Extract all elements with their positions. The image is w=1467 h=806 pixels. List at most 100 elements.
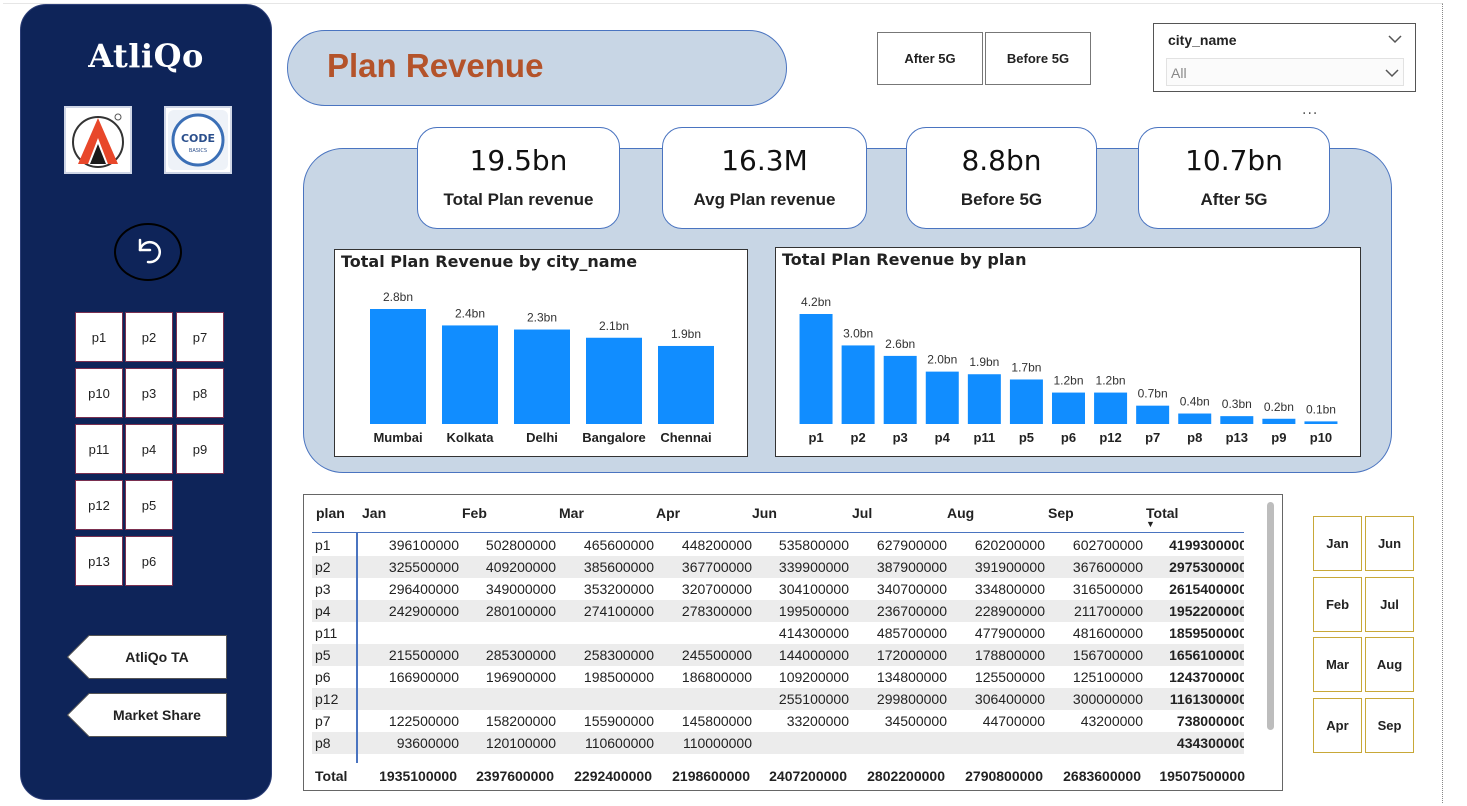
bar-p6[interactable] <box>1052 392 1085 424</box>
back-arrow-icon <box>138 238 161 264</box>
svg-text:BASICS: BASICS <box>189 148 207 154</box>
table-cell: 274100000 <box>583 603 654 619</box>
row-header-divider <box>356 533 358 763</box>
matrix-body[interactable]: p1 396100000 502800000 465600000 448200000 53… <box>312 534 1244 760</box>
row-header: p3 <box>315 581 331 597</box>
table-row[interactable]: p6 166900000 196900000 198500000 186800000 10… <box>312 666 1244 688</box>
nav-atliqo-ta-label: AtliQo TA <box>125 649 189 665</box>
table-row[interactable]: p3 296400000 349000000 353200000 320700000 30… <box>312 578 1244 600</box>
table-cell: 166900000 <box>388 669 459 685</box>
table-cell: 367700000 <box>681 559 752 575</box>
bar-p10[interactable] <box>1304 421 1338 424</box>
month-button-jul[interactable]: Jul <box>1365 577 1414 632</box>
table-cell: 391900000 <box>974 559 1045 575</box>
table-cell: 122500000 <box>388 713 459 729</box>
table-row[interactable]: p1 396100000 502800000 465600000 448200000 53… <box>312 534 1244 556</box>
nav-atliqo-ta-button[interactable]: AtliQo TA <box>67 635 227 679</box>
total-cell: 2683600000 <box>1063 768 1141 784</box>
column-header[interactable]: Apr <box>656 505 680 521</box>
total-cell: 2198600000 <box>672 768 750 784</box>
month-button-sep[interactable]: Sep <box>1365 698 1414 753</box>
table-cell: 738000000 <box>1176 713 1244 729</box>
after-5g-button[interactable]: After 5G <box>877 32 983 85</box>
bar-p5[interactable] <box>1009 379 1043 424</box>
plan-button-p2[interactable]: p2 <box>125 312 173 362</box>
table-row[interactable]: p5 215500000 285300000 258300000 245500000 14… <box>312 644 1244 666</box>
bar-p8[interactable] <box>1178 413 1212 424</box>
column-header[interactable]: Aug <box>947 505 974 521</box>
table-cell: 1243700000 <box>1169 669 1244 685</box>
plan-button-p4[interactable]: p4 <box>125 424 173 474</box>
column-header[interactable]: Jan <box>362 505 386 521</box>
plan-button-p8[interactable]: p8 <box>176 368 224 418</box>
table-cell: 481600000 <box>1072 625 1143 641</box>
bar-p2[interactable] <box>841 345 875 424</box>
month-button-apr[interactable]: Apr <box>1313 698 1362 753</box>
month-button-jun[interactable]: Jun <box>1365 516 1414 571</box>
table-row[interactable]: p11 414300000 485700000 477900000 481600000 1… <box>312 622 1244 644</box>
plan-button-p9[interactable]: p9 <box>176 424 224 474</box>
bar-Kolkata[interactable] <box>442 325 498 424</box>
table-cell: 156700000 <box>1072 647 1143 663</box>
table-cell: 242900000 <box>388 603 459 619</box>
table-row[interactable]: p2 325500000 409200000 385600000 367700000 33… <box>312 556 1244 578</box>
bar-p7[interactable] <box>1136 405 1170 424</box>
table-cell: 602700000 <box>1072 537 1143 553</box>
month-button-feb[interactable]: Feb <box>1313 577 1362 632</box>
table-row[interactable]: p8 93600000 120100000 110600000 110000000 434… <box>312 732 1244 754</box>
plan-button-p1[interactable]: p1 <box>75 312 123 362</box>
bar-p11[interactable] <box>967 374 1001 424</box>
bar-Delhi[interactable] <box>514 329 570 424</box>
row-header: p2 <box>315 559 331 575</box>
month-button-mar[interactable]: Mar <box>1313 637 1362 692</box>
table-row[interactable]: p7 122500000 158200000 155900000 145800000 33… <box>312 710 1244 732</box>
bar-p9[interactable] <box>1262 418 1296 424</box>
plan-button-p7[interactable]: p7 <box>176 312 224 362</box>
bar-Mumbai[interactable] <box>370 309 426 424</box>
nav-market-share-button[interactable]: Market Share <box>67 693 227 737</box>
bar-Bangalore[interactable] <box>586 337 642 424</box>
column-header[interactable]: Feb <box>462 505 487 521</box>
row-header: p8 <box>315 735 331 751</box>
bar-p3[interactable] <box>883 355 917 424</box>
back-button[interactable] <box>114 223 182 281</box>
category-label: p11 <box>974 430 996 445</box>
month-button-jan[interactable]: Jan <box>1313 516 1362 571</box>
header-divider <box>312 532 1244 533</box>
table-row[interactable]: p12 255100000 299800000 306400000 300000000 1… <box>312 688 1244 710</box>
sort-desc-icon: ▼ <box>1146 519 1155 529</box>
row-header: p7 <box>315 713 331 729</box>
city-dropdown[interactable]: All <box>1166 58 1404 86</box>
column-header[interactable]: plan <box>316 505 345 521</box>
table-cell: 2615400000 <box>1169 581 1244 597</box>
table-cell: 349000000 <box>485 581 556 597</box>
bar-p12[interactable] <box>1094 392 1128 424</box>
table-row[interactable]: p4 242900000 280100000 274100000 278300000 19… <box>312 600 1244 622</box>
city-dropdown-value: All <box>1171 65 1187 81</box>
plan-button-p13[interactable]: p13 <box>75 536 123 586</box>
month-button-aug[interactable]: Aug <box>1365 637 1414 692</box>
plan-button-p11[interactable]: p11 <box>75 424 123 474</box>
column-header[interactable]: Jun <box>752 505 777 521</box>
matrix-scrollbar[interactable] <box>1267 502 1274 730</box>
before-5g-button[interactable]: Before 5G <box>985 32 1091 85</box>
plan-button-p5[interactable]: p5 <box>125 480 173 530</box>
sidebar: AtliQo CODE BASICS p1 p2 p7 p10 p3 p8 p1… <box>20 4 272 800</box>
plan-button-p6[interactable]: p6 <box>125 536 173 586</box>
bar-p13[interactable] <box>1220 416 1254 424</box>
data-label: 3.0bn <box>843 326 873 340</box>
column-header[interactable]: Mar <box>559 505 584 521</box>
more-options-icon[interactable]: ... <box>1302 102 1318 118</box>
data-label: 2.0bn <box>927 353 957 367</box>
table-cell: 145800000 <box>681 713 752 729</box>
chevron-down-icon[interactable] <box>1388 34 1402 44</box>
column-header[interactable]: Sep <box>1048 505 1074 521</box>
plan-button-p3[interactable]: p3 <box>125 368 173 418</box>
table-cell: 34500000 <box>884 713 947 729</box>
bar-Chennai[interactable] <box>658 345 714 424</box>
column-header[interactable]: Jul <box>852 505 872 521</box>
bar-p1[interactable] <box>799 314 833 424</box>
plan-button-p10[interactable]: p10 <box>75 368 123 418</box>
plan-button-p12[interactable]: p12 <box>75 480 123 530</box>
bar-p4[interactable] <box>925 371 959 424</box>
